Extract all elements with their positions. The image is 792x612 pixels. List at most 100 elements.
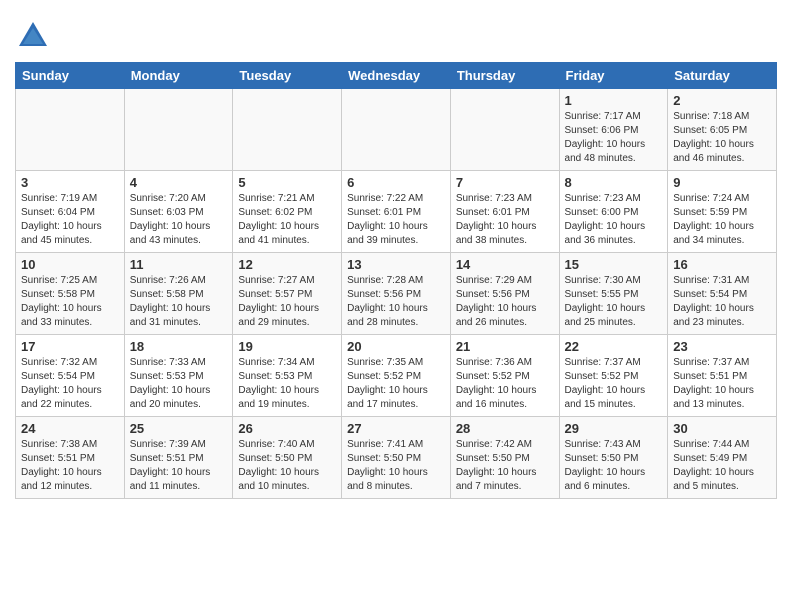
weekday-header-thursday: Thursday <box>450 63 559 89</box>
day-number: 30 <box>673 421 771 436</box>
day-number: 27 <box>347 421 445 436</box>
calendar-day-7: 7 Sunrise: 7:23 AM Sunset: 6:01 PM Daylig… <box>450 171 559 253</box>
day-number: 6 <box>347 175 445 190</box>
day-number: 23 <box>673 339 771 354</box>
day-number: 10 <box>21 257 119 272</box>
day-number: 5 <box>238 175 336 190</box>
day-info: Sunrise: 7:37 AM Sunset: 5:51 PM Dayligh… <box>673 356 771 412</box>
day-info: Sunrise: 7:22 AM Sunset: 6:01 PM Dayligh… <box>347 192 445 248</box>
calendar-day-12: 12 Sunrise: 7:27 AM Sunset: 5:57 PM Dayli… <box>233 253 342 335</box>
day-info: Sunrise: 7:30 AM Sunset: 5:55 PM Dayligh… <box>565 274 663 330</box>
day-number: 12 <box>238 257 336 272</box>
day-number: 19 <box>238 339 336 354</box>
weekday-header-sunday: Sunday <box>16 63 125 89</box>
day-info: Sunrise: 7:19 AM Sunset: 6:04 PM Dayligh… <box>21 192 119 248</box>
calendar-empty-cell <box>16 89 125 171</box>
calendar-day-14: 14 Sunrise: 7:29 AM Sunset: 5:56 PM Dayli… <box>450 253 559 335</box>
calendar-week-row: 3Sunrise: 7:19 AM Sunset: 6:04 PM Daylig… <box>16 171 777 253</box>
calendar-day-13: 13Sunrise: 7:28 AM Sunset: 5:56 PM Dayli… <box>342 253 451 335</box>
day-info: Sunrise: 7:18 AM Sunset: 6:05 PM Dayligh… <box>673 110 771 166</box>
day-info: Sunrise: 7:28 AM Sunset: 5:56 PM Dayligh… <box>347 274 445 330</box>
calendar-week-row: 1 Sunrise: 7:17 AM Sunset: 6:06 PM Daylig… <box>16 89 777 171</box>
calendar-day-19: 19Sunrise: 7:34 AM Sunset: 5:53 PM Dayli… <box>233 335 342 417</box>
day-number: 16 <box>673 257 771 272</box>
day-info: Sunrise: 7:26 AM Sunset: 5:58 PM Dayligh… <box>130 274 228 330</box>
calendar-day-30: 30 Sunrise: 7:44 AM Sunset: 5:49 PM Dayli… <box>668 417 777 499</box>
calendar-header-row: SundayMondayTuesdayWednesdayThursdayFrid… <box>16 63 777 89</box>
day-info: Sunrise: 7:43 AM Sunset: 5:50 PM Dayligh… <box>565 438 663 494</box>
day-number: 15 <box>565 257 663 272</box>
calendar-day-17: 17 Sunrise: 7:32 AM Sunset: 5:54 PM Dayli… <box>16 335 125 417</box>
day-number: 26 <box>238 421 336 436</box>
day-number: 22 <box>565 339 663 354</box>
day-info: Sunrise: 7:35 AM Sunset: 5:52 PM Dayligh… <box>347 356 445 412</box>
calendar-day-2: 2 Sunrise: 7:18 AM Sunset: 6:05 PM Daylig… <box>668 89 777 171</box>
day-info: Sunrise: 7:17 AM Sunset: 6:06 PM Dayligh… <box>565 110 663 166</box>
weekday-header-tuesday: Tuesday <box>233 63 342 89</box>
day-number: 8 <box>565 175 663 190</box>
day-number: 4 <box>130 175 228 190</box>
calendar-day-1: 1 Sunrise: 7:17 AM Sunset: 6:06 PM Daylig… <box>559 89 668 171</box>
day-info: Sunrise: 7:41 AM Sunset: 5:50 PM Dayligh… <box>347 438 445 494</box>
calendar-day-29: 29 Sunrise: 7:43 AM Sunset: 5:50 PM Dayli… <box>559 417 668 499</box>
calendar-day-23: 23 Sunrise: 7:37 AM Sunset: 5:51 PM Dayli… <box>668 335 777 417</box>
calendar-day-27: 27 Sunrise: 7:41 AM Sunset: 5:50 PM Dayli… <box>342 417 451 499</box>
calendar-day-18: 18 Sunrise: 7:33 AM Sunset: 5:53 PM Dayli… <box>124 335 233 417</box>
day-info: Sunrise: 7:33 AM Sunset: 5:53 PM Dayligh… <box>130 356 228 412</box>
day-info: Sunrise: 7:29 AM Sunset: 5:56 PM Dayligh… <box>456 274 554 330</box>
weekday-header-saturday: Saturday <box>668 63 777 89</box>
day-info: Sunrise: 7:44 AM Sunset: 5:49 PM Dayligh… <box>673 438 771 494</box>
calendar-empty-cell <box>342 89 451 171</box>
calendar-day-9: 9 Sunrise: 7:24 AM Sunset: 5:59 PM Daylig… <box>668 171 777 253</box>
calendar-day-15: 15 Sunrise: 7:30 AM Sunset: 5:55 PM Dayli… <box>559 253 668 335</box>
day-number: 18 <box>130 339 228 354</box>
day-number: 29 <box>565 421 663 436</box>
day-number: 17 <box>21 339 119 354</box>
calendar-week-row: 24 Sunrise: 7:38 AM Sunset: 5:51 PM Dayli… <box>16 417 777 499</box>
day-info: Sunrise: 7:32 AM Sunset: 5:54 PM Dayligh… <box>21 356 119 412</box>
weekday-header-monday: Monday <box>124 63 233 89</box>
day-info: Sunrise: 7:23 AM Sunset: 6:00 PM Dayligh… <box>565 192 663 248</box>
day-number: 11 <box>130 257 228 272</box>
day-number: 25 <box>130 421 228 436</box>
calendar-day-16: 16Sunrise: 7:31 AM Sunset: 5:54 PM Dayli… <box>668 253 777 335</box>
day-info: Sunrise: 7:24 AM Sunset: 5:59 PM Dayligh… <box>673 192 771 248</box>
calendar-day-24: 24 Sunrise: 7:38 AM Sunset: 5:51 PM Dayli… <box>16 417 125 499</box>
day-info: Sunrise: 7:38 AM Sunset: 5:51 PM Dayligh… <box>21 438 119 494</box>
calendar-week-row: 17 Sunrise: 7:32 AM Sunset: 5:54 PM Dayli… <box>16 335 777 417</box>
day-info: Sunrise: 7:39 AM Sunset: 5:51 PM Dayligh… <box>130 438 228 494</box>
calendar-day-20: 20Sunrise: 7:35 AM Sunset: 5:52 PM Dayli… <box>342 335 451 417</box>
calendar-day-21: 21Sunrise: 7:36 AM Sunset: 5:52 PM Dayli… <box>450 335 559 417</box>
day-info: Sunrise: 7:21 AM Sunset: 6:02 PM Dayligh… <box>238 192 336 248</box>
day-info: Sunrise: 7:37 AM Sunset: 5:52 PM Dayligh… <box>565 356 663 412</box>
day-number: 9 <box>673 175 771 190</box>
calendar-day-10: 10 Sunrise: 7:25 AM Sunset: 5:58 PM Dayli… <box>16 253 125 335</box>
day-number: 28 <box>456 421 554 436</box>
weekday-header-wednesday: Wednesday <box>342 63 451 89</box>
calendar-day-6: 6 Sunrise: 7:22 AM Sunset: 6:01 PM Daylig… <box>342 171 451 253</box>
day-info: Sunrise: 7:25 AM Sunset: 5:58 PM Dayligh… <box>21 274 119 330</box>
calendar-day-25: 25 Sunrise: 7:39 AM Sunset: 5:51 PM Dayli… <box>124 417 233 499</box>
day-number: 7 <box>456 175 554 190</box>
calendar-week-row: 10 Sunrise: 7:25 AM Sunset: 5:58 PM Dayli… <box>16 253 777 335</box>
calendar-day-5: 5 Sunrise: 7:21 AM Sunset: 6:02 PM Daylig… <box>233 171 342 253</box>
calendar-day-3: 3Sunrise: 7:19 AM Sunset: 6:04 PM Daylig… <box>16 171 125 253</box>
day-info: Sunrise: 7:36 AM Sunset: 5:52 PM Dayligh… <box>456 356 554 412</box>
day-number: 2 <box>673 93 771 108</box>
day-info: Sunrise: 7:20 AM Sunset: 6:03 PM Dayligh… <box>130 192 228 248</box>
calendar-day-11: 11 Sunrise: 7:26 AM Sunset: 5:58 PM Dayli… <box>124 253 233 335</box>
day-info: Sunrise: 7:23 AM Sunset: 6:01 PM Dayligh… <box>456 192 554 248</box>
day-number: 24 <box>21 421 119 436</box>
calendar-day-28: 28Sunrise: 7:42 AM Sunset: 5:50 PM Dayli… <box>450 417 559 499</box>
calendar-day-22: 22 Sunrise: 7:37 AM Sunset: 5:52 PM Dayli… <box>559 335 668 417</box>
page-header <box>15 10 777 54</box>
calendar-table: SundayMondayTuesdayWednesdayThursdayFrid… <box>15 62 777 499</box>
calendar-empty-cell <box>233 89 342 171</box>
day-number: 14 <box>456 257 554 272</box>
day-number: 1 <box>565 93 663 108</box>
weekday-header-friday: Friday <box>559 63 668 89</box>
day-info: Sunrise: 7:27 AM Sunset: 5:57 PM Dayligh… <box>238 274 336 330</box>
calendar-day-8: 8 Sunrise: 7:23 AM Sunset: 6:00 PM Daylig… <box>559 171 668 253</box>
calendar-day-26: 26Sunrise: 7:40 AM Sunset: 5:50 PM Dayli… <box>233 417 342 499</box>
calendar-empty-cell <box>124 89 233 171</box>
